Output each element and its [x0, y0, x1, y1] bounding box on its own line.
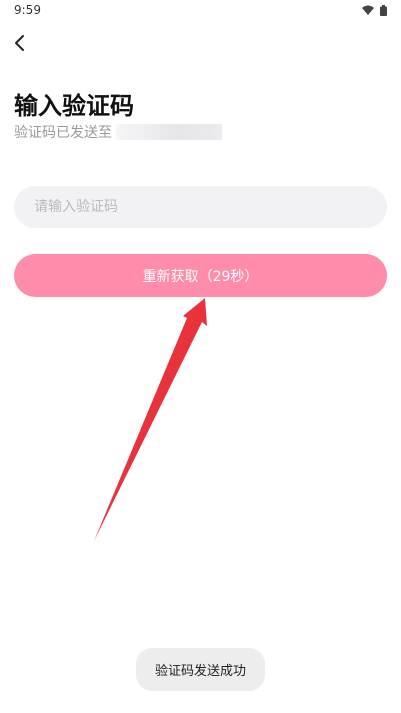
- resend-code-button[interactable]: 重新获取（29秒）: [14, 254, 387, 297]
- masked-phone-number: [116, 124, 222, 140]
- verification-code-input[interactable]: [14, 186, 387, 228]
- subtitle-row: 验证码已发送至: [14, 122, 222, 142]
- back-arrow-icon: [15, 35, 24, 51]
- battery-icon: [380, 5, 387, 16]
- status-bar: 9:59: [0, 0, 401, 24]
- page-title: 输入验证码: [14, 92, 134, 120]
- wifi-icon: [362, 5, 374, 15]
- toast-message: 验证码发送成功: [136, 648, 265, 691]
- status-time: 9:59: [14, 3, 41, 17]
- subtitle-text: 验证码已发送至: [14, 125, 112, 141]
- back-button[interactable]: [6, 30, 32, 56]
